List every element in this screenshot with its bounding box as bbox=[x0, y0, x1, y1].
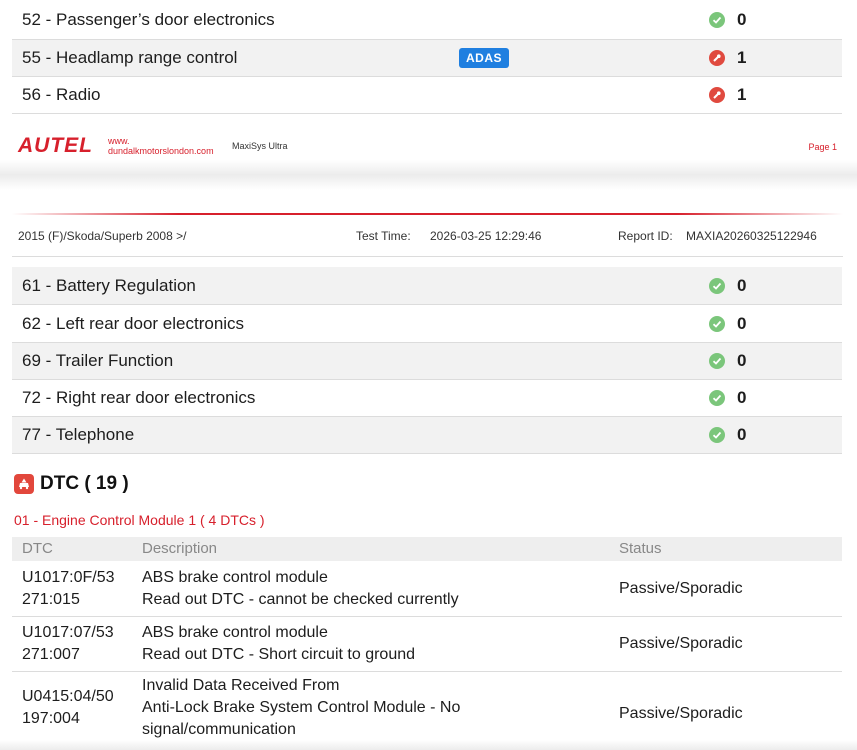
website-link: www. dundalkmotorslondon.com bbox=[108, 136, 214, 156]
wrench-icon bbox=[709, 87, 725, 103]
check-icon bbox=[709, 315, 725, 332]
page-footer: AUTEL www. dundalkmotorslondon.com MaxiS… bbox=[0, 131, 857, 161]
check-icon bbox=[709, 353, 725, 369]
dtc-section-label: DTC ( 19 ) bbox=[40, 473, 129, 494]
table-row: U1017:0F/53 271:015 ABS brake control mo… bbox=[12, 562, 842, 617]
dtc-code: U1017:07/53 271:007 bbox=[22, 624, 114, 663]
module-row: 56 - Radio 1 bbox=[12, 77, 842, 114]
dtc-count: 0 bbox=[737, 313, 747, 333]
module-row: 69 - Trailer Function 0 bbox=[12, 343, 842, 380]
report-id-label: Report ID: bbox=[618, 229, 673, 243]
dtc-count: 0 bbox=[737, 388, 747, 407]
dtc-count: 0 bbox=[737, 425, 747, 444]
check-icon bbox=[709, 277, 725, 294]
test-time-label: Test Time: bbox=[356, 229, 411, 243]
dtc-table-header: DTC Description Status bbox=[12, 537, 842, 561]
dtc-count: 0 bbox=[737, 275, 747, 295]
product-name: MaxiSys Ultra bbox=[232, 141, 288, 151]
dtc-status: Passive/Sporadic bbox=[619, 580, 743, 597]
module-name: 62 - Left rear door electronics bbox=[22, 313, 245, 333]
dtc-count: 1 bbox=[737, 48, 747, 67]
dtc-count: 1 bbox=[737, 85, 747, 104]
dtc-count: 0 bbox=[737, 351, 747, 370]
module-row: 52 - Passenger’s door electronics 0 bbox=[12, 0, 842, 40]
module-name: 52 - Passenger’s door electronics bbox=[22, 9, 275, 29]
dtc-description: ABS brake control module Read out DTC - … bbox=[142, 569, 459, 608]
table-row: U0415:04/50 197:004 Invalid Data Receive… bbox=[12, 672, 842, 750]
dtc-status: Passive/Sporadic bbox=[619, 705, 743, 722]
check-icon bbox=[709, 427, 725, 443]
header-divider bbox=[12, 213, 843, 215]
test-time-value: 2026-03-25 12:29:46 bbox=[430, 229, 542, 243]
report-id-value: MAXIA20260325122946 bbox=[686, 229, 817, 243]
module-name: 61 - Battery Regulation bbox=[22, 275, 196, 295]
col-dtc: DTC bbox=[22, 540, 53, 557]
dtc-status: Passive/Sporadic bbox=[619, 635, 743, 652]
scroll-fade bbox=[0, 740, 857, 750]
dtc-code: U1017:0F/53 271:015 bbox=[22, 569, 115, 608]
dtc-code: U0415:04/50 197:004 bbox=[22, 688, 114, 727]
module-name: 56 - Radio bbox=[22, 85, 101, 104]
dtc-section-title: DTC ( 19 ) bbox=[14, 473, 129, 495]
autel-logo: AUTEL bbox=[18, 134, 93, 157]
dtc-count: 0 bbox=[737, 9, 747, 29]
module-row: 55 - Headlamp range control ADAS 1 bbox=[12, 40, 842, 77]
col-description: Description bbox=[142, 540, 218, 557]
page-break bbox=[0, 160, 857, 190]
module-name: 69 - Trailer Function bbox=[22, 351, 174, 370]
wrench-icon bbox=[709, 50, 725, 66]
module-row: 61 - Battery Regulation 0 bbox=[12, 267, 842, 305]
module-row: 62 - Left rear door electronics 0 bbox=[12, 305, 842, 343]
table-row: U1017:07/53 271:007 ABS brake control mo… bbox=[12, 617, 842, 672]
report-header: 2015 (F)/Skoda/Superb 2008 >/ Test Time:… bbox=[12, 216, 843, 257]
car-warning-icon bbox=[14, 474, 34, 494]
dtc-description: Invalid Data Received From Anti-Lock Bra… bbox=[142, 677, 461, 738]
check-icon bbox=[709, 11, 725, 28]
check-icon bbox=[709, 390, 725, 406]
adas-badge: ADAS bbox=[459, 48, 510, 68]
col-status: Status bbox=[619, 540, 662, 557]
module-name: 77 - Telephone bbox=[22, 425, 135, 444]
module-row: 72 - Right rear door electronics 0 bbox=[12, 380, 842, 417]
module-row: 77 - Telephone 0 bbox=[12, 417, 842, 454]
module-dtc-title: 01 - Engine Control Module 1 ( 4 DTCs ) bbox=[14, 512, 265, 528]
module-name: 72 - Right rear door electronics bbox=[22, 388, 256, 407]
dtc-description: ABS brake control module Read out DTC - … bbox=[142, 624, 416, 663]
module-name: 55 - Headlamp range control bbox=[22, 48, 238, 67]
vehicle-info: 2015 (F)/Skoda/Superb 2008 >/ bbox=[18, 229, 187, 243]
page-number: Page 1 bbox=[808, 142, 837, 152]
